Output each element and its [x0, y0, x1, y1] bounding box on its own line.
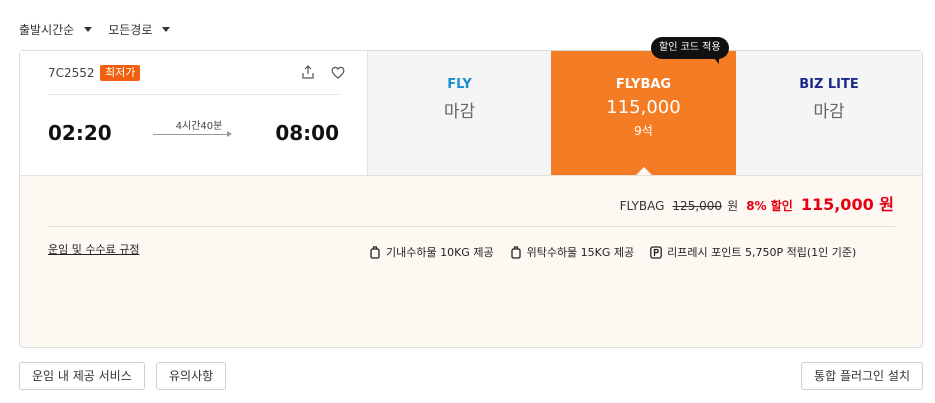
- fare-status-fly: 마감: [443, 102, 476, 122]
- notes-button[interactable]: 유의사항: [156, 362, 227, 390]
- fare-name-flybag: FLYBAG: [615, 77, 672, 92]
- price-summary: FLYBAG 125,000 원 8% 할인 115,000 원: [620, 191, 894, 215]
- share-icon[interactable]: [301, 65, 315, 79]
- duration-arrow: [153, 131, 232, 137]
- route-label: 모든경로: [108, 22, 153, 37]
- benefit-refresh-points: 리프레시 포인트 5,750P 적립(1인 기준): [650, 244, 856, 260]
- lowest-price-badge: 최저가: [100, 65, 141, 81]
- fare-price-flybag: 115,000: [606, 97, 681, 118]
- divider: [48, 226, 895, 227]
- original-price: 125,000: [672, 199, 723, 213]
- divider: [48, 94, 339, 95]
- suitcase-icon: [510, 245, 521, 259]
- fare-detail-panel: FLYBAG 125,000 원 8% 할인 115,000 원 운임 및 수수…: [20, 175, 922, 347]
- sort-time-dropdown[interactable]: 출발시간순: [19, 21, 93, 38]
- benefit-checked-baggage: 위탁수하물 15KG 제공: [510, 244, 635, 260]
- route-dropdown[interactable]: 모든경로: [108, 21, 171, 38]
- sort-time-label: 출발시간순: [19, 22, 75, 37]
- fare-services-button[interactable]: 운임 내 제공 서비스: [19, 362, 145, 390]
- chevron-down-icon: [162, 26, 171, 32]
- fare-option-bizlite[interactable]: BIZ LITE 마감: [736, 51, 922, 175]
- flight-number: 7C2552: [48, 66, 95, 80]
- install-plugin-button[interactable]: 통합 플러그인 설치: [801, 362, 923, 390]
- fare-name-bizlite: BIZ LITE: [799, 77, 859, 92]
- points-icon: [650, 245, 663, 259]
- original-price-unit: 원: [727, 199, 739, 213]
- benefit-label: 기내수하물 10KG 제공: [386, 246, 494, 259]
- discount-code-tooltip: 할인 코드 적용: [651, 37, 729, 64]
- fare-status-bizlite: 마감: [813, 102, 845, 122]
- arrival-time: 08:00: [275, 121, 339, 145]
- detail-fare-name: FLYBAG: [619, 199, 665, 213]
- fare-option-fly[interactable]: FLY 마감: [367, 51, 551, 175]
- fare-seats-flybag: 9석: [634, 124, 653, 138]
- final-price: 115,000 원: [800, 195, 894, 214]
- chevron-down-icon: [84, 26, 93, 32]
- fare-option-flybag[interactable]: FLYBAG 115,000 9석: [551, 51, 736, 176]
- sort-bar: 출발시간순 모든경로: [19, 19, 171, 39]
- benefit-cabin-baggage: 기내수하물 10KG 제공: [369, 244, 494, 260]
- departure-time: 02:20: [48, 121, 112, 145]
- flight-info: 7C2552 최저가 02:20 4시간40분 08:00: [20, 51, 367, 175]
- benefit-list: 기내수하물 10KG 제공 위탁수하물 15KG 제공 리프레시 포인트 5,7…: [369, 244, 856, 260]
- fare-name-fly: FLY: [447, 77, 472, 92]
- discount-rate: 8% 할인: [746, 199, 793, 213]
- flight-card: 7C2552 최저가 02:20 4시간40분 08:00 FLY 마감 FLY…: [19, 37, 923, 348]
- fare-rules-link[interactable]: 운임 및 수수료 규정: [48, 241, 139, 257]
- suitcase-icon: [370, 245, 380, 259]
- benefit-label: 위탁수하물 15KG 제공: [526, 246, 635, 259]
- heart-icon[interactable]: [331, 66, 345, 79]
- benefit-label: 리프레시 포인트 5,750P 적립(1인 기준): [667, 246, 857, 259]
- flight-duration: 4시간40분: [175, 121, 223, 132]
